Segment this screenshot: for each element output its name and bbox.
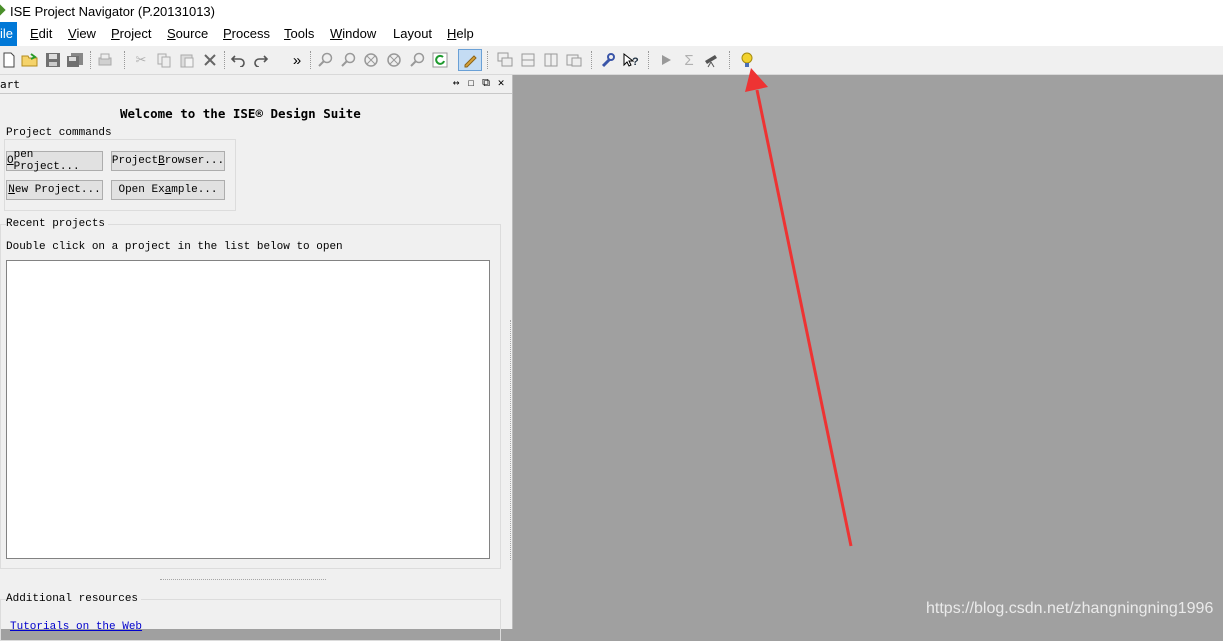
toolbar-separator <box>310 51 312 69</box>
cascade-icon[interactable] <box>496 51 514 69</box>
cut-icon[interactable]: ✂ <box>132 51 150 69</box>
open-file-icon[interactable] <box>21 51 39 69</box>
lightbulb-icon[interactable] <box>738 51 756 69</box>
additional-resources-label: Additional resources <box>6 593 142 605</box>
save-all-icon[interactable] <box>66 51 84 69</box>
copy-icon[interactable] <box>155 51 173 69</box>
panel-splitter-horizontal[interactable] <box>160 579 326 580</box>
welcome-heading: Welcome to the ISE® Design Suite <box>120 106 361 121</box>
toolbar-separator <box>90 51 92 69</box>
toolbar-separator <box>648 51 650 69</box>
additional-resources-group <box>0 599 501 641</box>
menu-view[interactable]: View <box>68 26 96 44</box>
menu-layout[interactable]: Layout <box>393 26 432 44</box>
project-commands-label: Project commands <box>6 127 115 139</box>
tutorials-link[interactable]: Tutorials on the Web <box>10 621 142 633</box>
menu-file[interactable]: ile <box>0 22 18 46</box>
toolbar: ✂ » ? Σ <box>0 46 1223 75</box>
app-icon <box>0 4 6 16</box>
open-example-button[interactable]: Open Ex a mple... <box>111 180 225 200</box>
menu-edit[interactable]: Edit <box>30 26 52 44</box>
recent-projects-hint: Double click on a project in the list be… <box>6 241 343 253</box>
recent-projects-list[interactable] <box>6 260 490 559</box>
float-icon[interactable] <box>565 51 583 69</box>
maximize-panel-icon[interactable]: ☐ <box>465 77 477 89</box>
menu-window[interactable]: Window <box>330 26 376 44</box>
toolbar-separator <box>124 51 126 69</box>
watermark-text: https://blog.csdn.net/zhangningning1996 <box>926 600 1214 617</box>
zoom-in-icon[interactable] <box>316 51 334 69</box>
menu-process[interactable]: Process <box>223 26 270 44</box>
redo-icon[interactable] <box>252 51 270 69</box>
close-panel-icon[interactable]: ✕ <box>495 77 507 89</box>
undo-icon[interactable] <box>229 51 247 69</box>
menu-bar: ile Edit View Project Source Process Too… <box>0 22 1223 46</box>
svg-text:?: ? <box>632 56 639 68</box>
restore-panel-icon[interactable]: ⧉ <box>480 77 492 89</box>
toolbar-separator <box>729 51 731 69</box>
new-file-icon[interactable] <box>0 51 18 69</box>
refresh-icon[interactable] <box>431 51 449 69</box>
dock-icon[interactable]: ↔ <box>450 77 462 89</box>
start-panel: art ↔ ☐ ⧉ ✕ Welcome to the ISE® Design S… <box>0 75 513 641</box>
toolbar-overflow-button[interactable]: » <box>288 51 306 69</box>
save-icon[interactable] <box>44 51 62 69</box>
window-title: ISE Project Navigator (P.20131013) <box>10 4 215 19</box>
toolbar-separator <box>591 51 593 69</box>
title-bar: ISE Project Navigator (P.20131013) <box>0 0 1223 22</box>
paste-icon[interactable] <box>178 51 196 69</box>
zoom-full-icon[interactable] <box>385 51 403 69</box>
zoom-fit-icon[interactable] <box>362 51 380 69</box>
print-icon[interactable] <box>96 51 114 69</box>
tile-vertical-icon[interactable] <box>542 51 560 69</box>
tile-horizontal-icon[interactable] <box>519 51 537 69</box>
new-project-button[interactable]: New Project... <box>6 180 103 200</box>
sum-icon[interactable]: Σ <box>680 51 698 69</box>
recent-projects-label: Recent projects <box>6 218 109 230</box>
run-icon[interactable] <box>657 51 675 69</box>
menu-tools[interactable]: Tools <box>284 26 314 44</box>
menu-help[interactable]: Help <box>447 26 474 44</box>
project-browser-button[interactable]: Project Browser... <box>111 151 225 171</box>
toolbar-separator <box>224 51 226 69</box>
toolbar-separator <box>487 51 489 69</box>
edit-icon[interactable] <box>458 49 482 71</box>
menu-project[interactable]: Project <box>111 26 151 44</box>
open-project-button[interactable]: Open Project... <box>6 149 103 173</box>
delete-icon[interactable] <box>201 51 219 69</box>
telescope-icon[interactable] <box>703 51 721 69</box>
settings-icon[interactable] <box>599 51 617 69</box>
help-context-icon[interactable]: ? <box>622 51 640 69</box>
panel-title: art <box>0 78 20 91</box>
menu-source[interactable]: Source <box>167 26 208 44</box>
panel-splitter-vertical[interactable] <box>510 320 511 560</box>
panel-header: art ↔ ☐ ⧉ ✕ <box>0 75 512 94</box>
zoom-select-icon[interactable] <box>408 51 426 69</box>
zoom-out-icon[interactable] <box>339 51 357 69</box>
